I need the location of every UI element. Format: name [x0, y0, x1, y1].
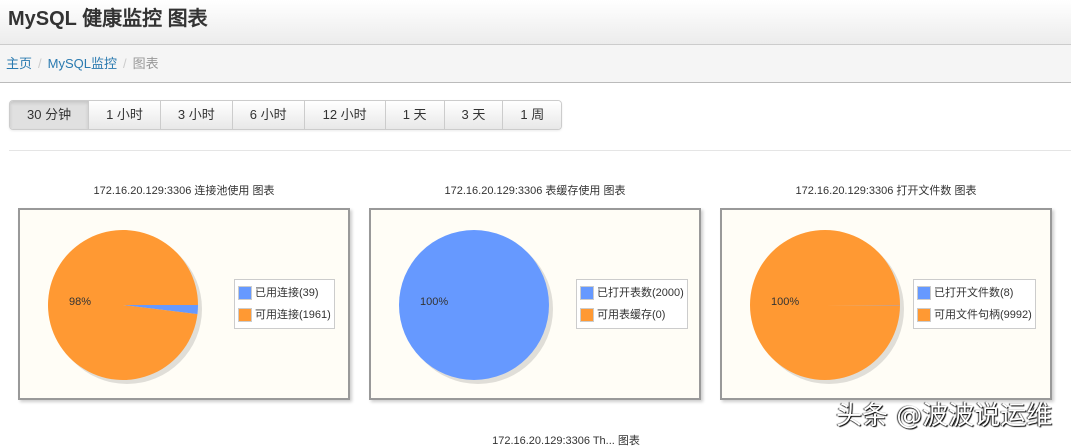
legend-label: 已打开文件数(8)	[934, 282, 1013, 304]
separator: /	[123, 56, 127, 71]
divider	[9, 150, 1071, 151]
breadcrumb-current: 图表	[133, 56, 159, 71]
range-1d-button[interactable]: 1 天	[385, 101, 444, 129]
chart-area: 100% 已打开表数(2000)可用表缓存(0)	[369, 208, 701, 400]
chart-legend: 已打开表数(2000)可用表缓存(0)	[576, 279, 688, 329]
chart-title: 172.16.20.129:3306 连接池使用 图表	[18, 182, 350, 208]
chart-legend: 已用连接(39)可用连接(1961)	[234, 279, 335, 329]
legend-swatch	[917, 308, 931, 322]
range-3h-button[interactable]: 3 小时	[160, 101, 232, 129]
range-1h-button[interactable]: 1 小时	[88, 101, 160, 129]
time-range-group: 30 分钟 1 小时 3 小时 6 小时 12 小时 1 天 3 天 1 周	[9, 100, 562, 130]
breadcrumb-mysql[interactable]: MySQL监控	[48, 56, 117, 71]
breadcrumb: 主页 / MySQL监控 / 图表	[0, 45, 1071, 83]
slice-data-label: 98%	[69, 296, 91, 308]
range-1w-button[interactable]: 1 周	[502, 101, 561, 129]
pie-chart: 172.16.20.129:3306 连接池使用 图表 98% 已用连接(39)可…	[18, 182, 350, 400]
chart-title: 172.16.20.129:3306 表缓存使用 图表	[369, 182, 701, 208]
legend-item[interactable]: 已打开表数(2000)	[580, 282, 684, 304]
legend-item[interactable]: 可用连接(1961)	[238, 304, 331, 326]
legend-item[interactable]: 已打开文件数(8)	[917, 282, 1032, 304]
legend-label: 已用连接(39)	[255, 282, 319, 304]
range-6h-button[interactable]: 6 小时	[232, 101, 304, 129]
page-header: MySQL 健康监控 图表	[0, 0, 1071, 45]
chart-title: 172.16.20.129:3306 打开文件数 图表	[720, 182, 1052, 208]
slice-data-label: 100%	[420, 296, 448, 308]
legend-item[interactable]: 可用表缓存(0)	[580, 304, 684, 326]
watermark: 头条 @波波说运维	[836, 395, 1052, 432]
legend-swatch	[917, 286, 931, 300]
chart-area: 100% 已打开文件数(8)可用文件句柄(9992)	[720, 208, 1052, 400]
slice-data-label: 100%	[771, 296, 799, 308]
separator: /	[38, 56, 42, 71]
chart-area: 98% 已用连接(39)可用连接(1961)	[18, 208, 350, 400]
range-12h-button[interactable]: 12 小时	[304, 101, 385, 129]
range-30min-button[interactable]: 30 分钟	[10, 101, 88, 129]
pie-chart: 172.16.20.129:3306 打开文件数 图表 100% 已打开文件数(8…	[720, 182, 1052, 400]
legend-item[interactable]: 已用连接(39)	[238, 282, 331, 304]
legend-label: 可用连接(1961)	[255, 304, 331, 326]
legend-swatch	[580, 286, 594, 300]
pie-chart: 172.16.20.129:3306 表缓存使用 图表 100% 已打开表数(20…	[369, 182, 701, 400]
legend-label: 可用文件句柄(9992)	[934, 304, 1032, 326]
breadcrumb-home[interactable]: 主页	[6, 56, 32, 71]
legend-swatch	[238, 308, 252, 322]
legend-swatch	[238, 286, 252, 300]
page-title: MySQL 健康监控 图表	[8, 2, 208, 31]
legend-label: 已打开表数(2000)	[597, 282, 684, 304]
legend-item[interactable]: 可用文件句柄(9992)	[917, 304, 1032, 326]
legend-swatch	[580, 308, 594, 322]
legend-label: 可用表缓存(0)	[597, 304, 665, 326]
chart-legend: 已打开文件数(8)可用文件句柄(9992)	[913, 279, 1036, 329]
range-3d-button[interactable]: 3 天	[444, 101, 503, 129]
chart-title: 172.16.20.129:3306 Th... 图表	[400, 432, 732, 448]
